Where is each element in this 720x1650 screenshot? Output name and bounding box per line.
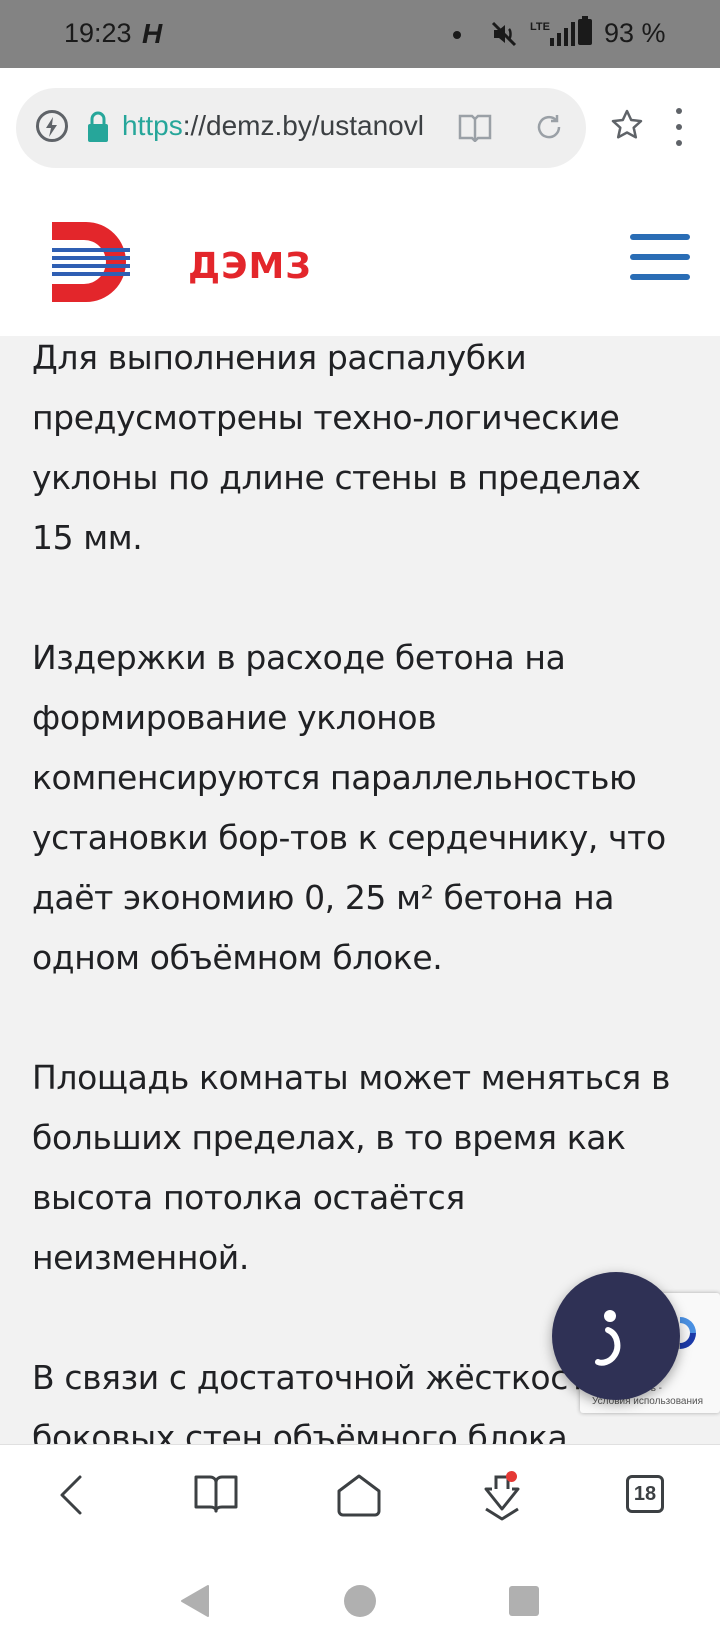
nav-recents-icon[interactable] — [508, 1585, 540, 1621]
notification-dot-icon — [453, 31, 461, 39]
assistant-icon — [595, 1310, 621, 1366]
tabs-count-button[interactable]: 18 — [626, 1475, 664, 1513]
nav-back-icon[interactable] — [178, 1584, 212, 1622]
url-path: ://demz.by/ustanovl — [182, 110, 424, 141]
paragraph: Для выполнения распалубки предусмотрены … — [32, 338, 641, 557]
logo-mark-icon — [52, 222, 130, 302]
paragraph: Площадь комнаты может меняться в больших… — [32, 1058, 670, 1277]
assistant-button[interactable] — [552, 1272, 680, 1400]
back-arrow-icon[interactable] — [52, 1473, 92, 1521]
lte-label: LTE — [530, 21, 550, 33]
site-logo[interactable]: ДЭМЗ — [48, 220, 311, 304]
battery-icon — [578, 16, 592, 45]
downloads-icon[interactable] — [478, 1473, 526, 1525]
status-time: 19:23 — [64, 18, 132, 48]
browser-toolbar: https://demz.by/ustanovl — [0, 68, 720, 188]
lightning-icon[interactable] — [36, 110, 68, 142]
hamburger-menu-icon[interactable] — [630, 234, 690, 284]
reload-icon[interactable] — [534, 112, 564, 146]
site-header: ДЭМЗ — [0, 188, 720, 336]
status-bar: 19:23 H LTE 93 % — [0, 0, 720, 68]
signal-icon — [550, 22, 576, 50]
url-scheme: https — [122, 110, 183, 141]
nav-home-icon[interactable] — [343, 1584, 377, 1622]
hplus-icon: H — [142, 18, 163, 49]
more-menu-icon[interactable] — [676, 108, 684, 148]
home-icon[interactable] — [336, 1473, 382, 1521]
battery-level: 93 % — [604, 18, 666, 48]
downloads-badge-icon — [506, 1471, 517, 1482]
paragraph: Издержки в расходе бетона на формировани… — [32, 638, 666, 977]
bookmarks-book-icon[interactable] — [194, 1473, 238, 1517]
browser-bottom-toolbar: 18 — [0, 1444, 720, 1551]
lock-icon[interactable] — [86, 110, 110, 144]
bookmark-star-icon[interactable] — [610, 108, 644, 146]
logo-text: ДЭМЗ — [188, 246, 312, 287]
reader-mode-icon[interactable] — [458, 112, 492, 146]
address-bar[interactable]: https://demz.by/ustanovl — [16, 88, 586, 168]
url-text[interactable]: https://demz.by/ustanovl — [122, 110, 450, 142]
system-navigation-bar — [0, 1550, 720, 1650]
mute-icon — [490, 20, 518, 52]
